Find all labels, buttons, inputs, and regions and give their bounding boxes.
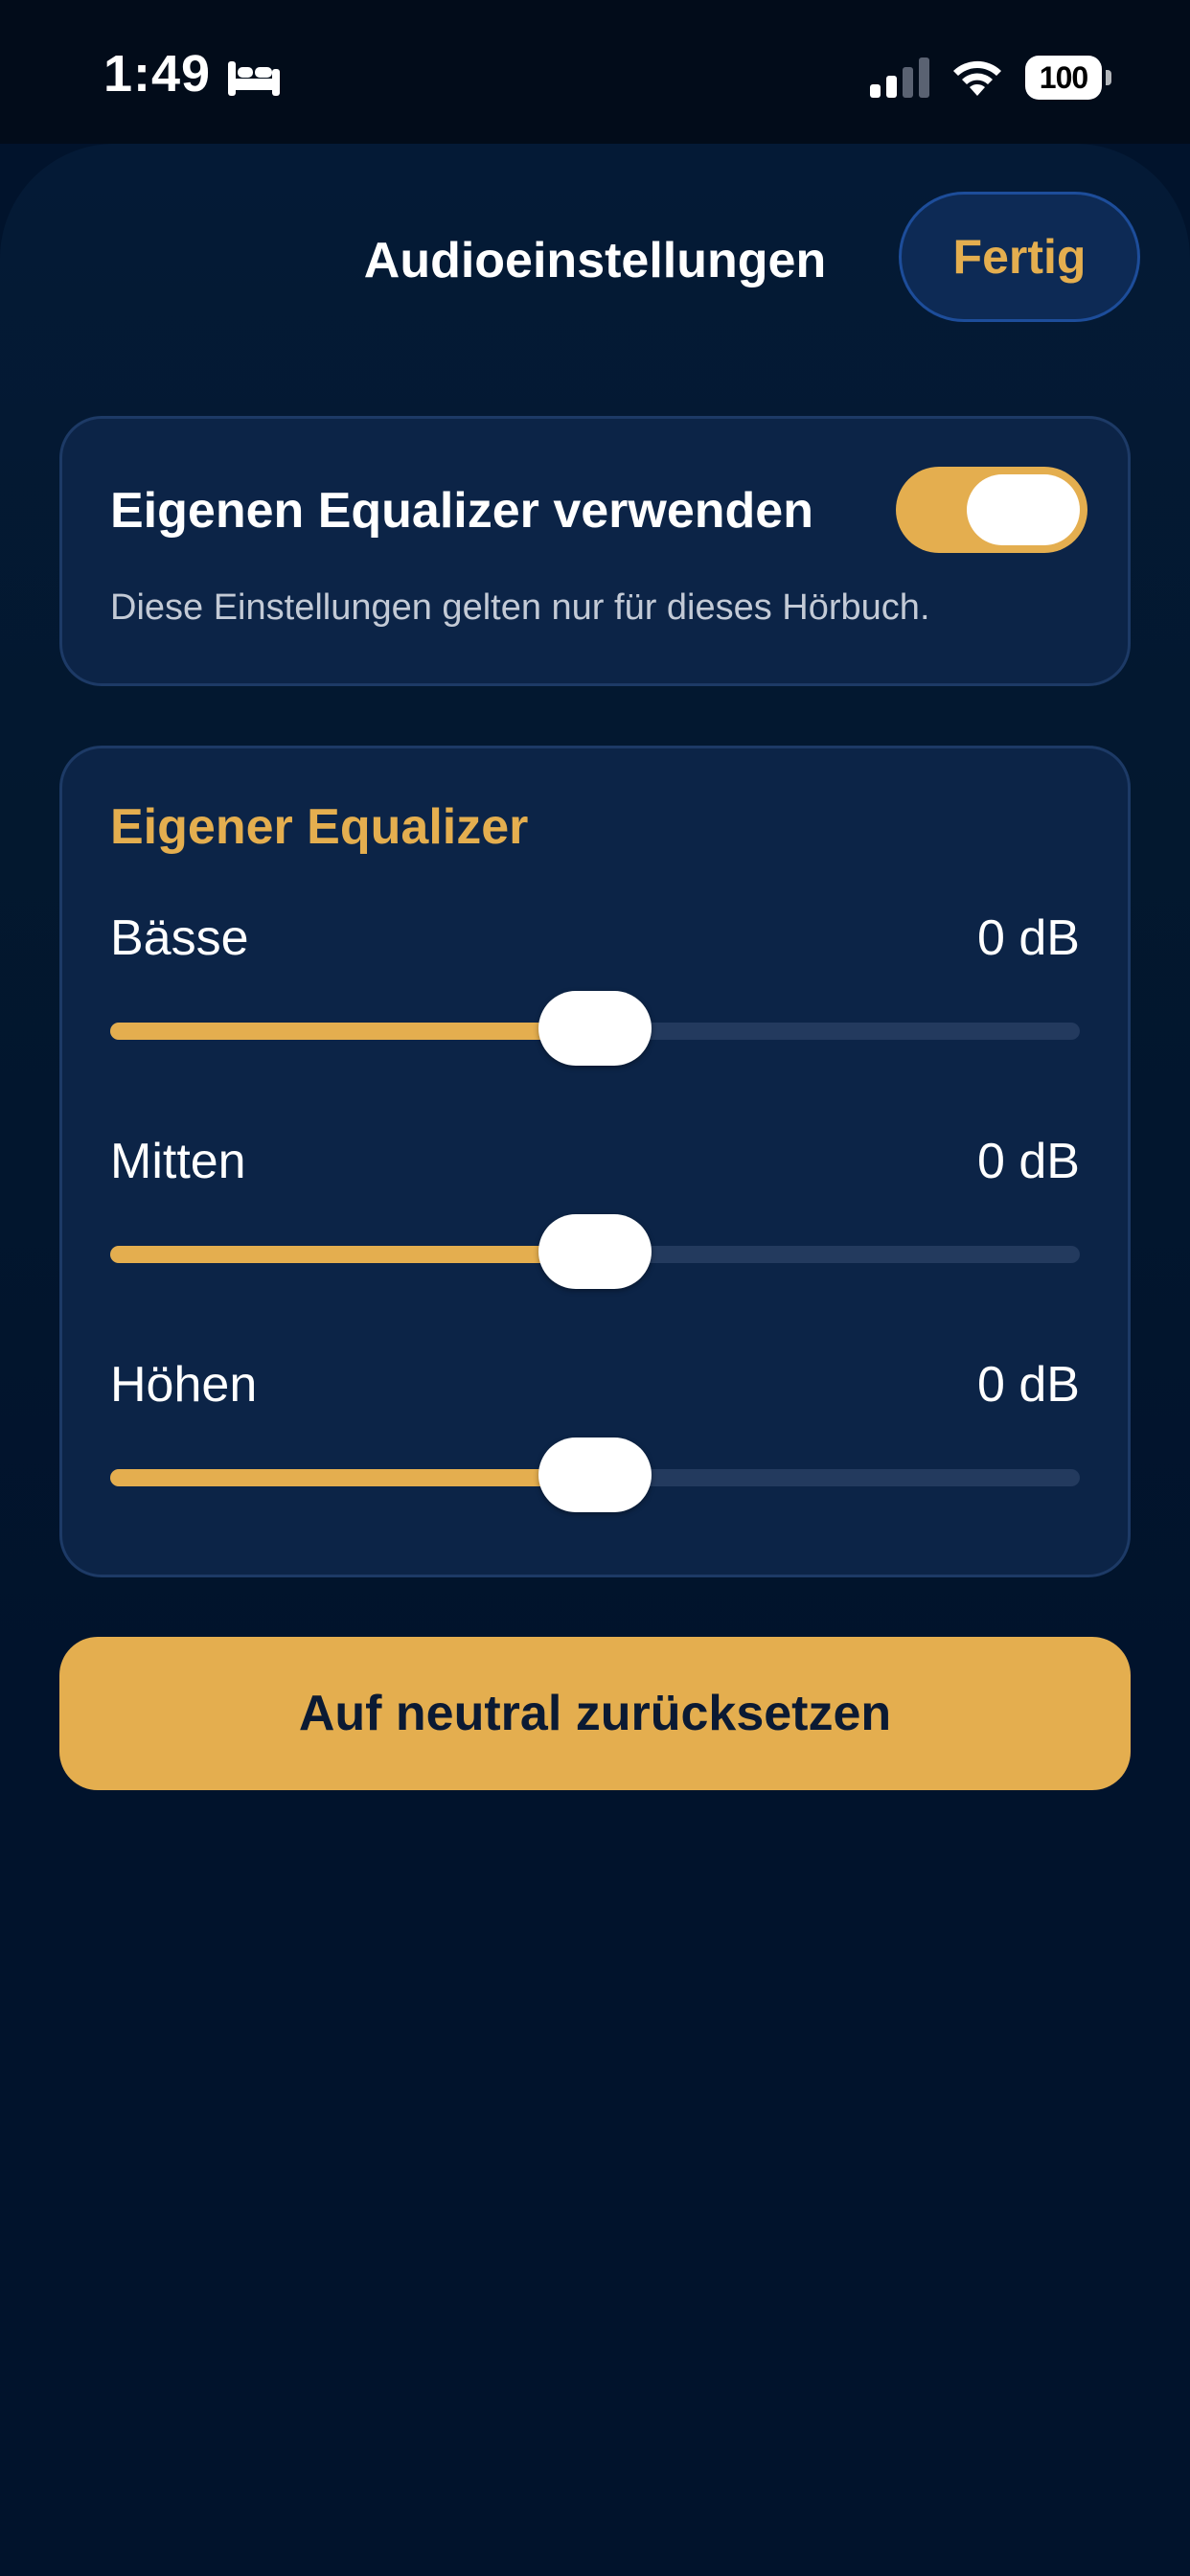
- mid-slider[interactable]: [110, 1214, 1080, 1289]
- custom-equalizer-toggle[interactable]: [896, 467, 1087, 553]
- bass-label: Bässe: [110, 910, 249, 966]
- equalizer-title: Eigener Equalizer: [110, 799, 529, 855]
- bed-icon: [228, 61, 280, 96]
- treble-slider-thumb[interactable]: [538, 1438, 652, 1512]
- custom-equalizer-toggle-label: Eigenen Equalizer verwenden: [110, 483, 813, 539]
- mid-value: 0 dB: [977, 1134, 1080, 1189]
- treble-slider[interactable]: [110, 1438, 1080, 1512]
- wifi-icon: [953, 60, 1001, 96]
- treble-label: Höhen: [110, 1357, 258, 1413]
- mid-slider-fill: [110, 1246, 595, 1263]
- treble-slider-fill: [110, 1469, 595, 1486]
- bass-value: 0 dB: [977, 910, 1080, 966]
- toggle-knob: [967, 474, 1080, 545]
- battery-icon: 100: [1025, 56, 1111, 100]
- cellular-signal-icon: [870, 58, 929, 98]
- bass-slider[interactable]: [110, 991, 1080, 1066]
- status-time: 1:49: [103, 45, 212, 103]
- scope-hint-text: Diese Einstellungen gelten nur für diese…: [110, 587, 930, 628]
- done-button[interactable]: Fertig: [899, 192, 1140, 322]
- mid-slider-thumb[interactable]: [538, 1214, 652, 1289]
- treble-value: 0 dB: [977, 1357, 1080, 1413]
- bass-slider-thumb[interactable]: [538, 991, 652, 1066]
- mid-label: Mitten: [110, 1134, 246, 1189]
- custom-equalizer-toggle-card: Eigenen Equalizer verwenden Diese Einste…: [59, 416, 1131, 686]
- bass-slider-fill: [110, 1023, 595, 1040]
- screen: 1:49 100 Audioeinstellungen Fertig Eigen…: [0, 0, 1190, 2576]
- equalizer-card: Eigener Equalizer Bässe 0 dB Mitten 0 dB…: [59, 746, 1131, 1577]
- status-bar: 1:49 100: [0, 0, 1190, 144]
- battery-tip: [1106, 70, 1111, 85]
- battery-level: 100: [1025, 56, 1102, 100]
- reset-to-neutral-button[interactable]: Auf neutral zurücksetzen: [59, 1637, 1131, 1790]
- audio-settings-sheet: Audioeinstellungen Fertig Eigenen Equali…: [0, 144, 1190, 2576]
